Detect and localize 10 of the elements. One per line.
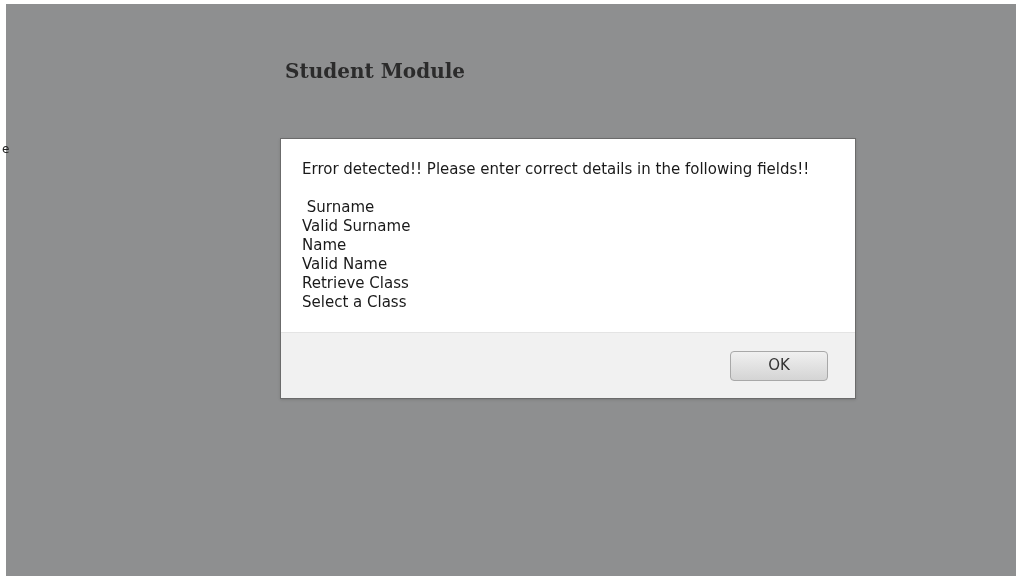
field-name: Valid Surname: [302, 217, 411, 236]
field-name: Name: [302, 236, 347, 255]
cut-text: e: [2, 141, 10, 158]
page-heading: Student Module: [285, 58, 465, 85]
ok-button[interactable]: OK: [730, 350, 828, 381]
error-message: Error detected!! Please enter correct details in the following fields!!: [302, 160, 810, 179]
field-name: Valid Name: [302, 255, 388, 274]
field-name: Select a Class: [302, 293, 407, 312]
field-name: Surname: [305, 198, 375, 217]
field-name: Retrieve Class: [302, 274, 409, 293]
